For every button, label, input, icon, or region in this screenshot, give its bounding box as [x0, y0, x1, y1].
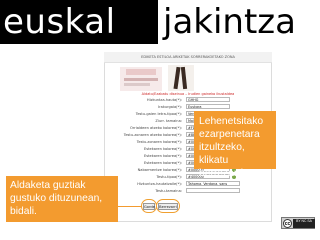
- callout-restore: Lehenetsitako ezarpenetara itzultzeko, k…: [194, 111, 276, 179]
- row-field[interactable]: Tahoma, Verdana, sans: [186, 181, 240, 186]
- callout-restore-text: Lehenetsitako ezarpenetara itzultzeko, k…: [199, 116, 264, 179]
- row-field[interactable]: Euskara: [186, 104, 230, 109]
- row-field[interactable]: [186, 188, 240, 193]
- row-label: Nabarmentze kolorea(*):: [137, 168, 182, 172]
- form-header: EDIKETA ESTILOA ARIKETAK SORRERAKOETAKO …: [104, 52, 272, 63]
- cc-license-badge: cc BY NC SA: [281, 217, 315, 229]
- row-label: Estekaren kolorea(*):: [144, 147, 182, 151]
- cc-icon: cc: [283, 219, 292, 228]
- row-label: Testu-zonaren kolorea(*):: [136, 140, 182, 144]
- cc-license-caption: BY NC SA: [293, 219, 315, 228]
- form-notice: Aldatu/Ezabatu diseinua – Irudien gainek…: [141, 92, 235, 96]
- preview-photo: [168, 65, 194, 91]
- connector-line-left: [116, 206, 142, 207]
- row-label: Estekaren kolorea(*):: [144, 161, 182, 165]
- logo-jakintza: jakintza: [163, 2, 296, 42]
- connector-line-right: [181, 168, 182, 202]
- restore-button[interactable]: Berrezarri: [158, 202, 178, 210]
- save-button[interactable]: Gorde: [143, 202, 155, 210]
- row-field[interactable]: GHHG: [186, 97, 230, 102]
- row-label: Ziurr. tamaina:: [155, 119, 182, 123]
- callout-send-text: Aldaketa guztiak gustuko dituzunean, bid…: [10, 180, 103, 217]
- callout-send: Aldaketa guztiak gustuko dituzunean, bid…: [6, 176, 118, 222]
- row-label: Orrialdeen atzeko kolorea(*):: [129, 126, 182, 130]
- logo-euskal: euskal: [0, 0, 158, 44]
- row-label: Irakurgaia(*):: [158, 105, 182, 109]
- row-label: Testu-zonaren atzeko kolorea(*):: [123, 133, 182, 137]
- row-label: Estekaren kolorea(*):: [144, 154, 182, 158]
- row-label: Hizkuntza-hauta(*):: [146, 98, 182, 102]
- preview-image: [120, 67, 162, 91]
- row-label: Testu-gaien letra-tipoa(*):: [135, 112, 182, 116]
